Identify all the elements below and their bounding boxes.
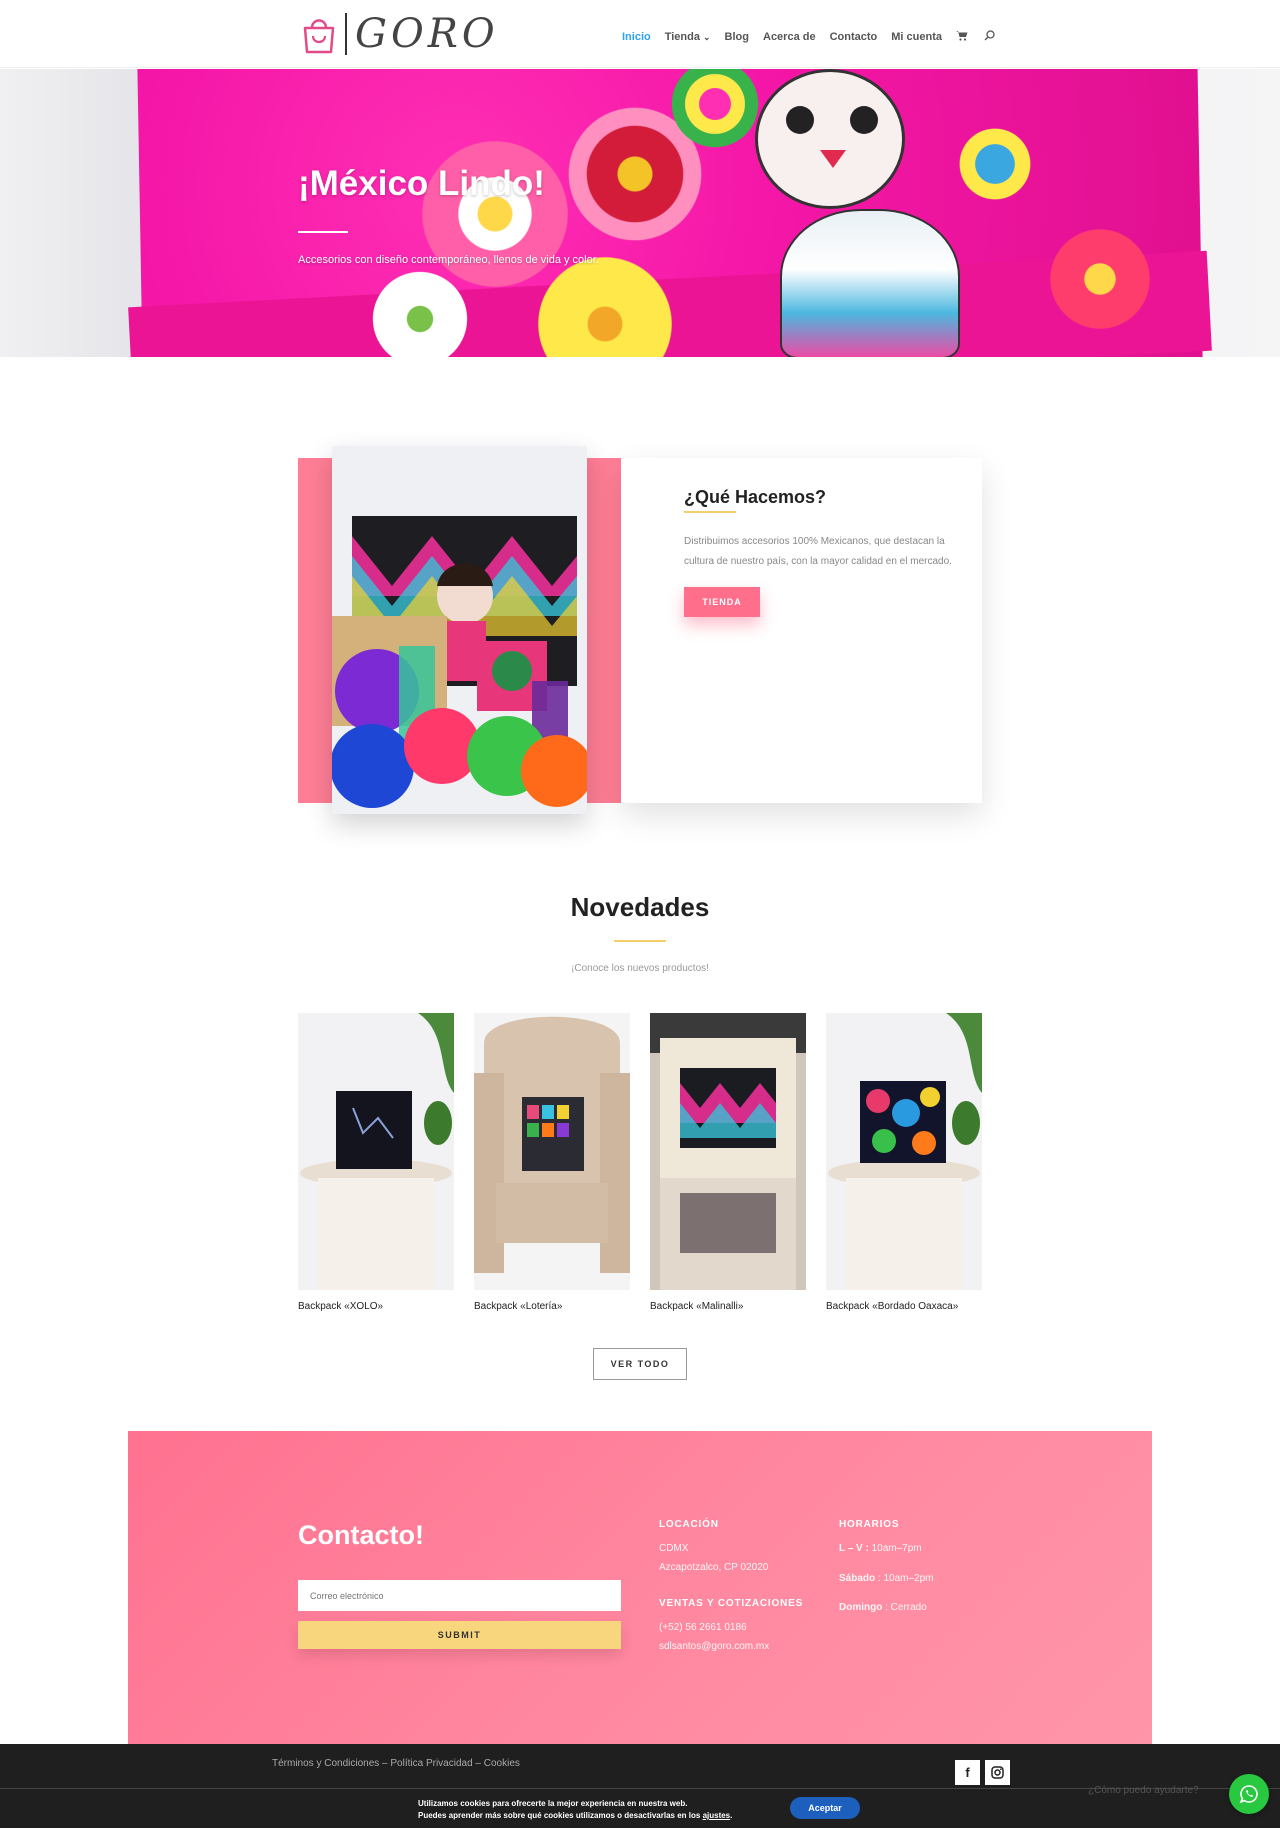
- facebook-icon[interactable]: f: [955, 1760, 980, 1785]
- footer-links[interactable]: Términos y Condiciones – Política Privac…: [272, 1758, 520, 1769]
- hero-subtitle: Accesorios con diseño contemporáneo, lle…: [298, 254, 599, 266]
- doll-mouth: [820, 150, 846, 168]
- hours-time: : 10am–2pm: [875, 1573, 934, 1584]
- email-text[interactable]: sdlsantos@goro.com.mx: [659, 1641, 769, 1652]
- logo-divider: [345, 13, 347, 55]
- product-image[interactable]: [826, 1013, 982, 1290]
- about-product-photo: [332, 446, 587, 814]
- flower-illustration: [1040, 219, 1160, 339]
- cookie-line-1: Utilizamos cookies para ofrecerte la mej…: [418, 1799, 688, 1808]
- product-card[interactable]: Backpack «Malinalli»: [650, 1013, 806, 1312]
- instagram-icon[interactable]: [985, 1760, 1010, 1785]
- hours-row: L – V : 10am–7pm: [839, 1543, 922, 1554]
- hero-divider: [298, 231, 348, 233]
- search-icon[interactable]: [984, 30, 995, 44]
- product-name[interactable]: Backpack «Malinalli»: [650, 1301, 806, 1312]
- hours-heading: HORARIOS: [839, 1519, 900, 1530]
- chevron-down-icon: ⌄: [703, 32, 711, 42]
- hours-day: Domingo: [839, 1602, 883, 1613]
- shopping-bag-icon: [301, 14, 337, 54]
- product-name[interactable]: Backpack «Bordado Oaxaca»: [826, 1301, 982, 1312]
- hours-day: L – V :: [839, 1543, 869, 1554]
- product-name[interactable]: Backpack «XOLO»: [298, 1301, 454, 1312]
- flower-illustration: [940, 109, 1050, 219]
- sales-heading: VENTAS Y COTIZACIONES: [659, 1598, 804, 1609]
- nav-item-blog[interactable]: Blog: [725, 31, 749, 43]
- product-card[interactable]: Backpack «Lotería»: [474, 1013, 630, 1312]
- doll-eye: [850, 106, 878, 134]
- product-image[interactable]: [298, 1013, 454, 1290]
- about-text: Distribuimos accesorios 100% Mexicanos, …: [684, 536, 952, 567]
- about-card: [621, 458, 982, 803]
- cookie-line-2: Puedes aprender más sobre qué cookies ut…: [418, 1810, 732, 1822]
- nav-item-inicio[interactable]: Inicio: [622, 31, 651, 43]
- ver-todo-button[interactable]: VER TODO: [593, 1348, 687, 1380]
- submit-button[interactable]: SUBMIT: [298, 1621, 621, 1649]
- whatsapp-help-text[interactable]: ¿Cómo puedo ayudarte?: [1088, 1785, 1199, 1796]
- hours-time: 10am–7pm: [868, 1543, 922, 1554]
- nav-item-tienda-label: Tienda: [664, 31, 700, 43]
- doll-eye: [786, 106, 814, 134]
- hours-row: Sábado : 10am–2pm: [839, 1573, 934, 1584]
- whatsapp-button[interactable]: [1229, 1774, 1269, 1814]
- hero-banner: ¡México Lindo! Accesorios con diseño con…: [0, 69, 1280, 357]
- doll-body: [780, 209, 960, 357]
- cookie-settings-link[interactable]: ajustes: [703, 1811, 731, 1820]
- cookie-line-2-suffix: .: [730, 1811, 733, 1820]
- doll-illustration: [755, 69, 905, 209]
- site-logo[interactable]: GORO: [301, 10, 499, 58]
- cart-icon[interactable]: [956, 30, 968, 44]
- hours-time: : Cerrado: [882, 1602, 927, 1613]
- nav-item-tienda[interactable]: Tienda ⌄: [665, 31, 711, 43]
- hours-row: Domingo : Cerrado: [839, 1602, 927, 1613]
- location-line: CDMX: [659, 1543, 689, 1554]
- nav-item-mi-cuenta[interactable]: Mi cuenta: [891, 31, 942, 43]
- site-footer: Términos y Condiciones – Política Privac…: [0, 1744, 1280, 1788]
- site-header: GORO Inicio Tienda ⌄ Blog Acerca de Conta…: [0, 0, 1280, 68]
- product-image[interactable]: [650, 1013, 806, 1290]
- accept-cookies-button[interactable]: Aceptar: [790, 1797, 860, 1819]
- main-nav: Inicio Tienda ⌄ Blog Acerca de Contacto M…: [622, 30, 1011, 44]
- novedades-subtitle: ¡Conoce los nuevos productos!: [571, 963, 709, 974]
- hero-title: ¡México Lindo!: [298, 164, 545, 203]
- tienda-button[interactable]: TIENDA: [684, 587, 760, 617]
- location-line: Azcapotzalco, CP 02020: [659, 1562, 769, 1573]
- cookie-line-2-prefix: Puedes aprender más sobre qué cookies ut…: [418, 1811, 703, 1820]
- location-heading: LOCACIÓN: [659, 1519, 719, 1530]
- cookie-text: Utilizamos cookies para ofrecerte la mej…: [418, 1798, 732, 1822]
- contact-title: Contacto!: [298, 1520, 424, 1550]
- phone-text[interactable]: (+52) 56 2661 0186: [659, 1622, 747, 1633]
- whatsapp-icon: [1239, 1785, 1258, 1804]
- novedades-underline: [614, 940, 666, 942]
- page-bottom: [0, 1828, 1280, 1839]
- about-title-underline: [684, 511, 736, 513]
- logo-text: GORO: [355, 11, 499, 57]
- nav-item-acerca-de[interactable]: Acerca de: [763, 31, 816, 43]
- novedades-title: Novedades: [570, 892, 710, 922]
- nav-item-contacto[interactable]: Contacto: [830, 31, 878, 43]
- product-card[interactable]: Backpack «XOLO»: [298, 1013, 454, 1312]
- email-field[interactable]: [298, 1580, 621, 1611]
- product-card[interactable]: Backpack «Bordado Oaxaca»: [826, 1013, 982, 1312]
- product-image[interactable]: [474, 1013, 630, 1290]
- contact-section: [128, 1431, 1152, 1744]
- about-title: ¿Qué Hacemos?: [684, 487, 827, 507]
- product-name[interactable]: Backpack «Lotería»: [474, 1301, 630, 1312]
- hours-day: Sábado: [839, 1573, 876, 1584]
